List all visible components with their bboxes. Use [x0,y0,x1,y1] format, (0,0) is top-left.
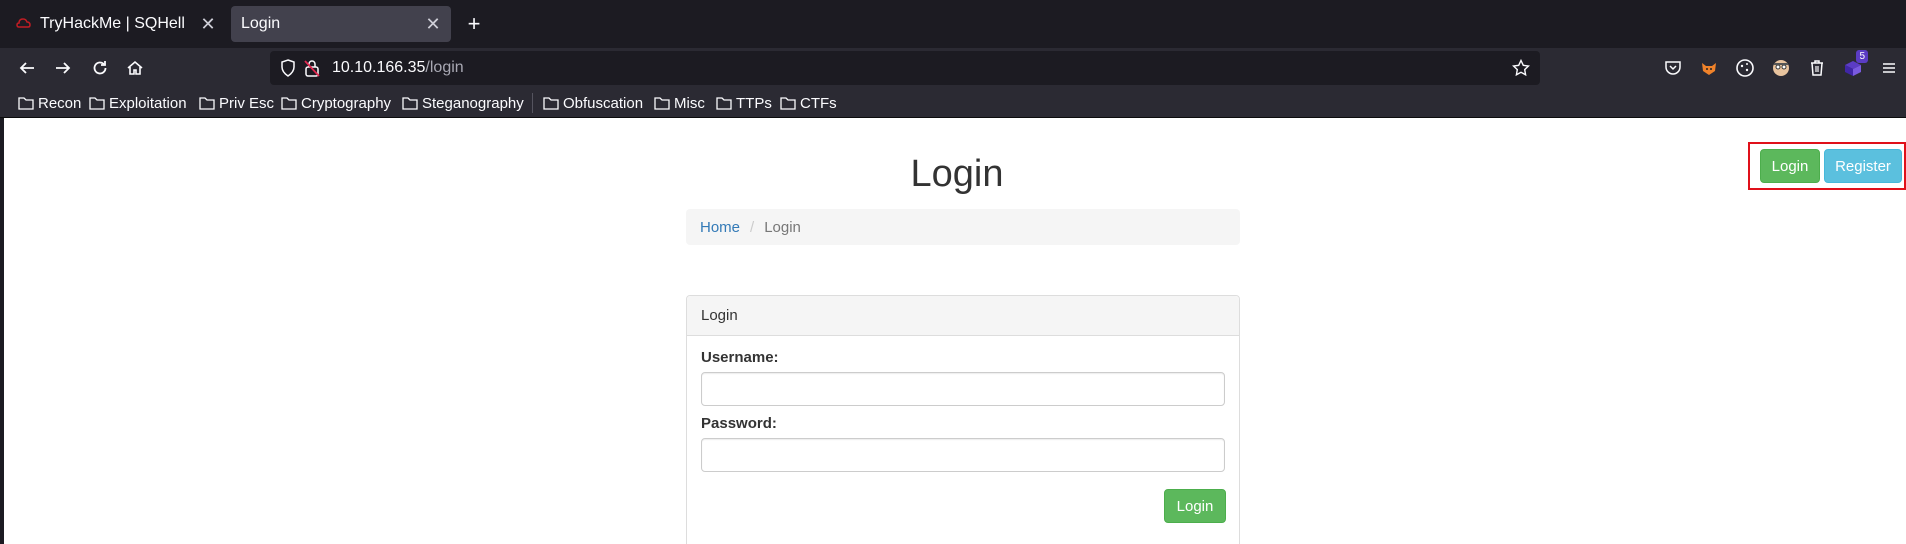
bookmark-label: Obfuscation [563,94,644,112]
folder-icon [780,97,796,110]
bookmark-folder-steganography[interactable]: Steganography [402,92,524,114]
pocket-icon[interactable] [1662,57,1684,79]
header-login-button[interactable]: Login [1760,149,1820,183]
bookmark-folder-obfuscation[interactable]: Obfuscation [543,92,643,114]
tab-tryhackme[interactable]: TryHackMe | SQHell ✕ [6,6,226,42]
close-icon[interactable]: ✕ [421,12,445,36]
page-title: Login [910,153,1004,195]
bookmark-label: CTFs [800,94,837,112]
username-label: Username: [701,349,779,366]
bookmarks-toolbar: Recon Exploitation Priv Esc Cryptography… [0,88,1906,118]
bookmark-separator [532,93,533,113]
foxyproxy-icon[interactable] [1698,57,1720,79]
forward-button[interactable] [49,54,77,82]
url-host: 10.10.166.35 [332,59,426,76]
shield-icon [281,59,295,77]
folder-icon [199,97,215,110]
folder-icon [402,97,418,110]
forward-arrow-icon [56,62,71,74]
folder-icon [654,97,670,110]
back-button[interactable] [13,54,41,82]
bookmark-label: Cryptography [301,94,392,112]
extension-badge-count: 5 [1856,50,1868,63]
breadcrumb-home-link[interactable]: Home [700,219,740,236]
reload-icon [93,61,107,75]
bookmark-folder-priv-esc[interactable]: Priv Esc [199,92,274,114]
tryhackme-favicon-icon [16,18,31,28]
cookie-icon[interactable] [1734,57,1756,79]
bookmark-folder-ttps[interactable]: TTPs [716,92,772,114]
tab-login[interactable]: Login ✕ [231,6,451,42]
bookmark-folder-misc[interactable]: Misc [654,92,705,114]
folder-icon [543,97,559,110]
bookmark-folder-cryptography[interactable]: Cryptography [281,92,391,114]
login-panel: Login Username: Password: Login [686,295,1240,544]
bookmark-label: Recon [38,94,82,112]
folder-icon [89,97,105,110]
bookmark-folder-ctfs[interactable]: CTFs [780,92,837,114]
home-icon [127,60,143,75]
bookmark-folder-exploitation[interactable]: Exploitation [89,92,187,114]
url-bar[interactable]: 10.10.166.35/login [270,51,1540,85]
new-tab-button[interactable]: + [462,11,486,36]
folder-icon [281,97,297,110]
password-input[interactable] [701,438,1225,472]
tab-title: Login [241,15,281,32]
header-actions-highlight: Login Register [1748,142,1906,190]
home-button[interactable] [121,54,149,82]
hamburger-menu-icon [1883,63,1895,73]
breadcrumb-current: Login [764,218,801,236]
bookmark-label: Misc [674,94,705,112]
close-icon[interactable]: ✕ [196,12,220,36]
header-register-button[interactable]: Register [1824,149,1902,183]
folder-icon [18,97,34,110]
back-arrow-icon [19,62,34,74]
panel-heading: Login [687,296,1239,336]
navigation-bar: 10.10.166.35/login 5 [0,48,1906,88]
bookmark-label: Steganography [422,94,524,112]
username-input[interactable] [701,372,1225,406]
extension-badge-icon[interactable]: 5 [1842,50,1868,79]
bookmark-label: Exploitation [109,94,187,112]
trash-icon[interactable] [1806,57,1828,79]
bookmark-star-icon[interactable] [1512,59,1530,77]
bookmark-label: Priv Esc [219,94,275,112]
wappalyzer-face-icon[interactable] [1770,57,1792,79]
login-submit-button[interactable]: Login [1164,489,1226,523]
folder-icon [716,97,732,110]
password-label: Password: [701,415,777,432]
tab-title: TryHackMe | SQHell [40,15,185,32]
breadcrumb-separator: / [750,218,755,236]
browser-window: TryHackMe | SQHell ✕ Login ✕ + 10.10.166… [0,0,1906,544]
bookmark-folder-recon[interactable]: Recon [18,92,81,114]
bookmark-label: TTPs [736,94,772,112]
url-path: /login [425,59,464,76]
tab-strip: TryHackMe | SQHell ✕ Login ✕ + [0,0,1906,48]
reload-button[interactable] [86,54,114,82]
insecure-lock-icon[interactable] [304,59,320,77]
app-menu-button[interactable] [1878,57,1900,79]
breadcrumb: Home / Login [686,209,1240,245]
page-content: Login Home / Login Login Register Login … [0,118,1906,544]
